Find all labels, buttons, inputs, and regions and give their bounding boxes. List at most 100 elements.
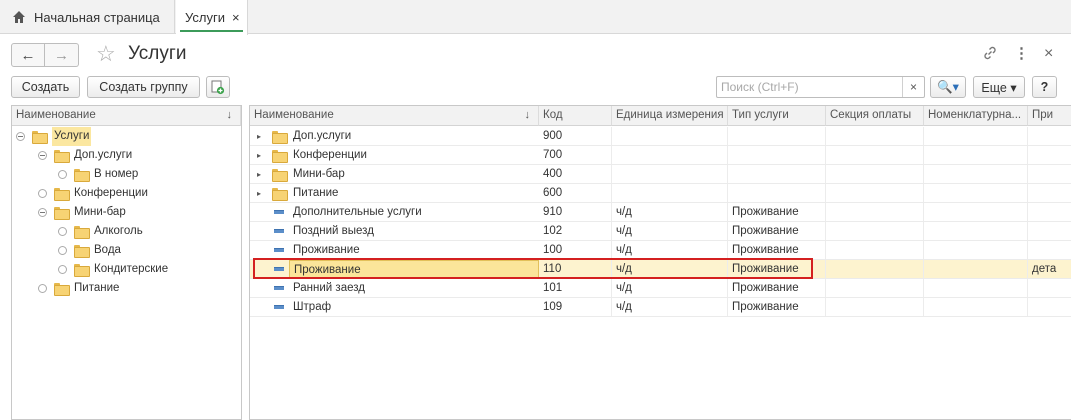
cell-type: Проживание — [728, 241, 826, 259]
cell-nomen — [924, 146, 1028, 164]
folder-icon — [54, 207, 70, 220]
tab-services[interactable]: Услуги × — [176, 0, 248, 35]
search-clear-icon[interactable]: × — [902, 77, 924, 97]
tree-item[interactable]: Мини-бар — [12, 203, 241, 222]
search-input[interactable] — [717, 77, 902, 97]
link-icon[interactable] — [982, 45, 998, 61]
cell-extra — [1028, 146, 1071, 164]
item-icon — [274, 229, 284, 233]
table-row[interactable]: Поздний выезд 102 ч/д Проживание — [250, 222, 1071, 241]
cell-code: 100 — [539, 241, 612, 259]
create-group-button[interactable]: Создать группу — [87, 76, 200, 98]
tab-close-icon[interactable]: × — [232, 10, 240, 25]
cell-type: Проживание — [728, 222, 826, 240]
leaf-node-icon — [58, 227, 67, 236]
create-button[interactable]: Создать — [11, 76, 80, 98]
column-header[interactable]: Секция оплаты — [826, 106, 924, 126]
cell-type — [728, 146, 826, 164]
cell-nomen — [924, 222, 1028, 240]
tree-item[interactable]: Кондитерские — [12, 260, 241, 279]
tab-home[interactable]: Начальная страница — [0, 0, 175, 34]
cell-name: Штраф — [293, 301, 332, 313]
cell-unit — [612, 184, 728, 202]
collapse-icon[interactable] — [38, 208, 47, 217]
close-form-icon[interactable]: × — [1044, 45, 1053, 63]
cell-nomen — [924, 203, 1028, 221]
cell-code: 101 — [539, 279, 612, 297]
cell-type: Проживание — [728, 298, 826, 316]
expand-arrow-icon[interactable]: ▸ — [257, 165, 261, 184]
tree-item-label: В номер — [94, 168, 139, 180]
cell-section — [826, 298, 924, 316]
cell-unit: ч/д — [612, 203, 728, 221]
cell-nomen — [924, 165, 1028, 183]
table-row[interactable]: Проживание 100 ч/д Проживание — [250, 241, 1071, 260]
tree-item-label: Кондитерские — [94, 263, 169, 275]
folder-icon — [54, 283, 70, 296]
column-header[interactable]: Код — [539, 106, 612, 126]
collapse-icon[interactable] — [16, 132, 25, 141]
table-row[interactable]: ▸ Конференции 700 — [250, 146, 1071, 165]
table-row[interactable]: ▸ Мини-бар 400 — [250, 165, 1071, 184]
folder-icon — [54, 150, 70, 163]
cell-code: 400 — [539, 165, 612, 183]
table-row[interactable]: Ранний заезд 101 ч/д Проживание — [250, 279, 1071, 298]
column-header[interactable]: Тип услуги — [728, 106, 826, 126]
cell-code: 900 — [539, 127, 612, 145]
cell-code: 700 — [539, 146, 612, 164]
tree-item-label: Конференции — [74, 187, 148, 199]
cell-unit — [612, 146, 728, 164]
arrow-left-icon: ← — [20, 46, 36, 64]
column-header[interactable]: Номенклатурна... — [924, 106, 1028, 126]
active-tab-indicator — [180, 30, 243, 32]
table-row[interactable]: Штраф 109 ч/д Проживание — [250, 298, 1071, 317]
cell-section — [826, 203, 924, 221]
tree-item[interactable]: В номер — [12, 165, 241, 184]
tree-item[interactable]: Услуги — [12, 127, 241, 146]
more-menu-icon[interactable]: ⋮ — [1014, 45, 1029, 63]
help-button[interactable]: ? — [1032, 76, 1057, 98]
arrow-right-icon: → — [54, 46, 69, 64]
item-icon — [274, 286, 284, 290]
sort-arrow-icon: ↓ — [524, 109, 531, 121]
leaf-node-icon — [38, 284, 47, 293]
cell-extra — [1028, 279, 1071, 297]
tree-column-header[interactable]: Наименование ↓ — [12, 106, 241, 126]
forward-button[interactable]: → — [45, 43, 79, 67]
expand-arrow-icon[interactable]: ▸ — [257, 184, 261, 203]
cell-nomen — [924, 241, 1028, 259]
cell-code: 910 — [539, 203, 612, 221]
collapse-icon[interactable] — [38, 151, 47, 160]
add-from-file-button[interactable] — [206, 76, 230, 98]
cell-type: Проживание — [728, 279, 826, 297]
favorite-star-icon[interactable]: ☆ — [96, 42, 116, 66]
column-header[interactable]: При — [1028, 106, 1071, 126]
folder-icon — [272, 150, 288, 163]
expand-arrow-icon[interactable]: ▸ — [257, 146, 261, 165]
column-header[interactable]: Наименование ↓ — [250, 106, 539, 126]
group-tree-panel: Наименование ↓ Услуги Доп.услуги В номер Ко… — [11, 105, 242, 420]
table-row[interactable]: ▸ Доп.услуги 900 — [250, 127, 1071, 146]
more-button[interactable]: Еще ▾ — [973, 76, 1025, 98]
cell-type: Проживание — [728, 260, 826, 278]
cell-extra — [1028, 241, 1071, 259]
table-row[interactable]: Дополнительные услуги 910 ч/д Проживание — [250, 203, 1071, 222]
tree-item[interactable]: Конференции — [12, 184, 241, 203]
search-box: × — [716, 76, 925, 98]
expand-arrow-icon[interactable]: ▸ — [257, 127, 261, 146]
cell-extra — [1028, 222, 1071, 240]
add-document-icon — [211, 80, 225, 94]
tree-item[interactable]: Доп.услуги — [12, 146, 241, 165]
tree-item[interactable]: Алкоголь — [12, 222, 241, 241]
back-button[interactable]: ← — [11, 43, 45, 67]
column-header[interactable]: Единица измерения — [612, 106, 728, 126]
cell-name: Проживание — [293, 244, 360, 256]
table-row[interactable]: ▸ Питание 600 — [250, 184, 1071, 203]
tree-item[interactable]: Питание — [12, 279, 241, 298]
table-row[interactable]: Проживание 110 ч/д Проживание дета — [250, 260, 1071, 279]
tree-item[interactable]: Вода — [12, 241, 241, 260]
cell-code: 600 — [539, 184, 612, 202]
column-header-label: Единица измерения — [616, 109, 724, 121]
column-header-label: При — [1032, 109, 1054, 121]
search-options-button[interactable]: 🔍▾ — [930, 76, 966, 98]
